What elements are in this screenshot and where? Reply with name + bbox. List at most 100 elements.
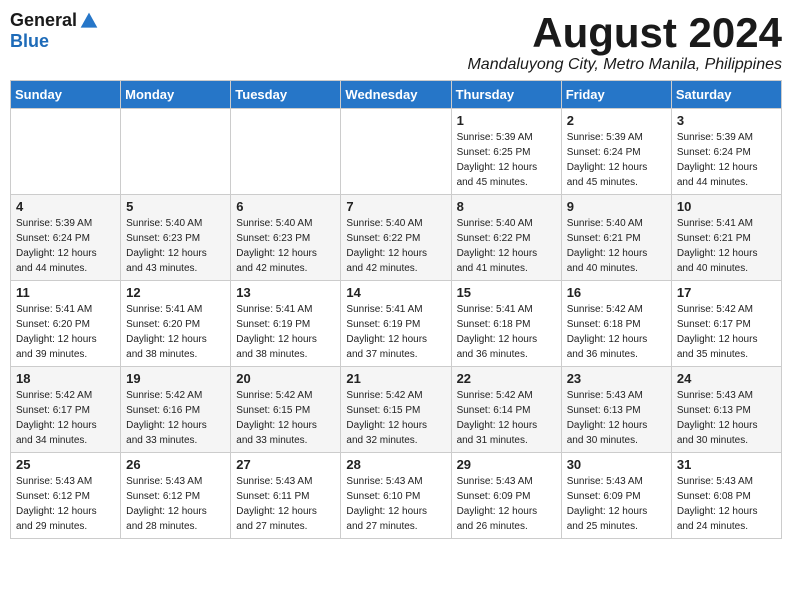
day-info: Sunrise: 5:43 AMSunset: 6:13 PMDaylight:… [677,388,776,448]
day-info: Sunrise: 5:42 AMSunset: 6:16 PMDaylight:… [126,388,225,448]
day-info: Sunrise: 5:43 AMSunset: 6:13 PMDaylight:… [567,388,666,448]
day-header-tuesday: Tuesday [231,81,341,109]
day-info: Sunrise: 5:43 AMSunset: 6:08 PMDaylight:… [677,474,776,534]
day-number: 20 [236,371,335,386]
day-header-wednesday: Wednesday [341,81,451,109]
day-number: 14 [346,285,445,300]
day-cell: 22 Sunrise: 5:42 AMSunset: 6:14 PMDayligh… [451,367,561,453]
day-cell: 29 Sunrise: 5:43 AMSunset: 6:09 PMDayligh… [451,453,561,539]
day-info: Sunrise: 5:43 AMSunset: 6:12 PMDaylight:… [16,474,115,534]
day-number: 13 [236,285,335,300]
day-header-monday: Monday [121,81,231,109]
day-info: Sunrise: 5:41 AMSunset: 6:19 PMDaylight:… [236,302,335,362]
day-number: 8 [457,199,556,214]
day-cell: 4 Sunrise: 5:39 AMSunset: 6:24 PMDaylight… [11,195,121,281]
day-cell: 23Sunrise: 5:43 AMSunset: 6:13 PMDayligh… [561,367,671,453]
day-cell: 31 Sunrise: 5:43 AMSunset: 6:08 PMDayligh… [671,453,781,539]
day-cell [341,109,451,195]
day-info: Sunrise: 5:41 AMSunset: 6:20 PMDaylight:… [16,302,115,362]
day-number: 24 [677,371,776,386]
day-info: Sunrise: 5:39 AMSunset: 6:25 PMDaylight:… [457,130,556,190]
day-info: Sunrise: 5:42 AMSunset: 6:15 PMDaylight:… [346,388,445,448]
day-cell: 11Sunrise: 5:41 AMSunset: 6:20 PMDayligh… [11,281,121,367]
day-info: Sunrise: 5:42 AMSunset: 6:17 PMDaylight:… [677,302,776,362]
day-cell: 18Sunrise: 5:42 AMSunset: 6:17 PMDayligh… [11,367,121,453]
day-cell: 3 Sunrise: 5:39 AMSunset: 6:24 PMDaylight… [671,109,781,195]
day-number: 5 [126,199,225,214]
day-cell: 26Sunrise: 5:43 AMSunset: 6:12 PMDayligh… [121,453,231,539]
week-row-0: 1 Sunrise: 5:39 AMSunset: 6:25 PMDaylight… [11,109,782,195]
day-number: 9 [567,199,666,214]
day-info: Sunrise: 5:43 AMSunset: 6:09 PMDaylight:… [457,474,556,534]
day-number: 7 [346,199,445,214]
day-header-friday: Friday [561,81,671,109]
day-cell: 16Sunrise: 5:42 AMSunset: 6:18 PMDayligh… [561,281,671,367]
day-number: 2 [567,113,666,128]
day-number: 1 [457,113,556,128]
day-cell: 2 Sunrise: 5:39 AMSunset: 6:24 PMDaylight… [561,109,671,195]
day-cell: 27 Sunrise: 5:43 AMSunset: 6:11 PMDayligh… [231,453,341,539]
day-cell: 30 Sunrise: 5:43 AMSunset: 6:09 PMDayligh… [561,453,671,539]
day-cell: 13 Sunrise: 5:41 AMSunset: 6:19 PMDayligh… [231,281,341,367]
day-header-saturday: Saturday [671,81,781,109]
day-cell: 19Sunrise: 5:42 AMSunset: 6:16 PMDayligh… [121,367,231,453]
day-cell: 14Sunrise: 5:41 AMSunset: 6:19 PMDayligh… [341,281,451,367]
day-info: Sunrise: 5:43 AMSunset: 6:10 PMDaylight:… [346,474,445,534]
week-row-1: 4 Sunrise: 5:39 AMSunset: 6:24 PMDaylight… [11,195,782,281]
day-info: Sunrise: 5:41 AMSunset: 6:20 PMDaylight:… [126,302,225,362]
logo: General Blue [10,10,99,52]
week-row-2: 11Sunrise: 5:41 AMSunset: 6:20 PMDayligh… [11,281,782,367]
day-cell [231,109,341,195]
day-info: Sunrise: 5:42 AMSunset: 6:18 PMDaylight:… [567,302,666,362]
day-info: Sunrise: 5:39 AMSunset: 6:24 PMDaylight:… [16,216,115,276]
day-info: Sunrise: 5:39 AMSunset: 6:24 PMDaylight:… [567,130,666,190]
day-cell: 21 Sunrise: 5:42 AMSunset: 6:15 PMDayligh… [341,367,451,453]
day-number: 10 [677,199,776,214]
day-cell: 8 Sunrise: 5:40 AMSunset: 6:22 PMDaylight… [451,195,561,281]
day-number: 26 [126,457,225,472]
day-cell: 15Sunrise: 5:41 AMSunset: 6:18 PMDayligh… [451,281,561,367]
week-row-3: 18Sunrise: 5:42 AMSunset: 6:17 PMDayligh… [11,367,782,453]
month-title: August 2024 [467,10,782,56]
location-title: Mandaluyong City, Metro Manila, Philippi… [467,56,782,74]
day-info: Sunrise: 5:43 AMSunset: 6:09 PMDaylight:… [567,474,666,534]
day-number: 17 [677,285,776,300]
day-info: Sunrise: 5:40 AMSunset: 6:23 PMDaylight:… [126,216,225,276]
day-info: Sunrise: 5:40 AMSunset: 6:21 PMDaylight:… [567,216,666,276]
day-info: Sunrise: 5:40 AMSunset: 6:23 PMDaylight:… [236,216,335,276]
day-cell: 9 Sunrise: 5:40 AMSunset: 6:21 PMDaylight… [561,195,671,281]
day-cell: 17 Sunrise: 5:42 AMSunset: 6:17 PMDayligh… [671,281,781,367]
day-number: 31 [677,457,776,472]
day-cell: 7Sunrise: 5:40 AMSunset: 6:22 PMDaylight… [341,195,451,281]
day-number: 27 [236,457,335,472]
day-number: 4 [16,199,115,214]
day-cell: 10Sunrise: 5:41 AMSunset: 6:21 PMDayligh… [671,195,781,281]
day-number: 25 [16,457,115,472]
header: General Blue August 2024 Mandaluyong Cit… [10,10,782,74]
day-number: 30 [567,457,666,472]
day-number: 22 [457,371,556,386]
logo-blue: Blue [10,31,49,52]
day-number: 28 [346,457,445,472]
day-number: 12 [126,285,225,300]
day-number: 21 [346,371,445,386]
day-cell: 12 Sunrise: 5:41 AMSunset: 6:20 PMDayligh… [121,281,231,367]
day-cell: 1 Sunrise: 5:39 AMSunset: 6:25 PMDaylight… [451,109,561,195]
logo-icon [79,11,99,31]
day-info: Sunrise: 5:39 AMSunset: 6:24 PMDaylight:… [677,130,776,190]
day-info: Sunrise: 5:42 AMSunset: 6:14 PMDaylight:… [457,388,556,448]
day-number: 29 [457,457,556,472]
day-cell: 28 Sunrise: 5:43 AMSunset: 6:10 PMDayligh… [341,453,451,539]
day-info: Sunrise: 5:43 AMSunset: 6:11 PMDaylight:… [236,474,335,534]
logo-general: General [10,10,77,31]
day-cell [121,109,231,195]
day-cell: 20Sunrise: 5:42 AMSunset: 6:15 PMDayligh… [231,367,341,453]
day-header-sunday: Sunday [11,81,121,109]
calendar-table: SundayMondayTuesdayWednesdayThursdayFrid… [10,80,782,539]
day-number: 3 [677,113,776,128]
day-info: Sunrise: 5:41 AMSunset: 6:18 PMDaylight:… [457,302,556,362]
day-info: Sunrise: 5:40 AMSunset: 6:22 PMDaylight:… [457,216,556,276]
day-cell: 24 Sunrise: 5:43 AMSunset: 6:13 PMDayligh… [671,367,781,453]
week-row-4: 25 Sunrise: 5:43 AMSunset: 6:12 PMDayligh… [11,453,782,539]
day-cell: 25 Sunrise: 5:43 AMSunset: 6:12 PMDayligh… [11,453,121,539]
